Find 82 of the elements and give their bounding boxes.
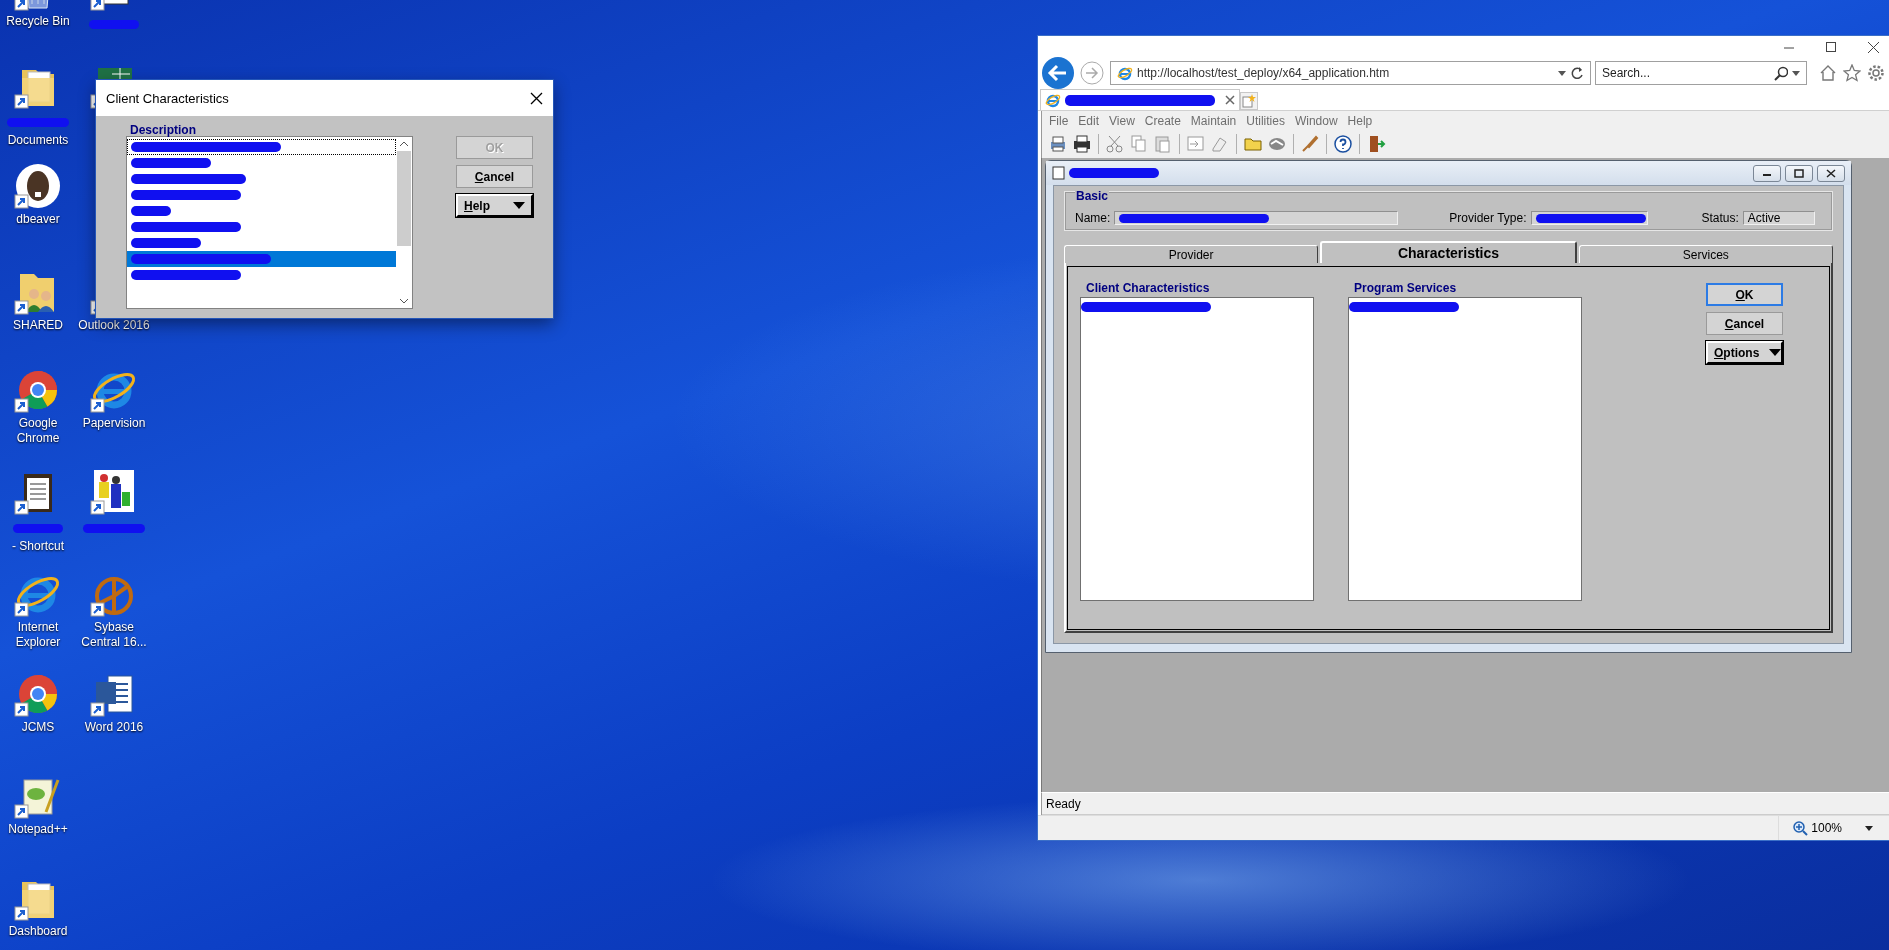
- browser-icon: [1117, 65, 1133, 81]
- icon-label[interactable]: Internet Explorer: [0, 620, 76, 650]
- address-bar[interactable]: http://localhost/test_deploy/x64_application.htm: [1110, 61, 1591, 85]
- zoom-icon: [1793, 820, 1809, 836]
- push-button[interactable]: Cancel: [1706, 312, 1783, 335]
- icon-label[interactable]: Documents: [0, 133, 76, 148]
- icon-label[interactable]: Dashboard: [0, 924, 76, 939]
- list-title: Client Characteristics: [1086, 281, 1211, 297]
- restore-button[interactable]: [1785, 164, 1813, 182]
- list-box[interactable]: [126, 136, 413, 309]
- icon-label[interactable]: Sybase Central 16...: [76, 620, 152, 650]
- icon-label[interactable]: - Shortcut: [0, 539, 76, 554]
- menu-button[interactable]: Options: [1706, 341, 1783, 364]
- icon-label[interactable]: Notepad++: [0, 822, 76, 837]
- caret-icon: [513, 202, 525, 209]
- menu-item[interactable]: File: [1044, 113, 1074, 128]
- tab[interactable]: Services: [1578, 245, 1833, 263]
- list-item[interactable]: [127, 139, 396, 155]
- icon-label[interactable]: JCMS: [0, 720, 76, 735]
- search-input[interactable]: Search...: [1602, 66, 1770, 80]
- search-icon[interactable]: [1774, 65, 1788, 81]
- zoom-button[interactable]: 100%: [1778, 816, 1873, 840]
- status-text: Ready: [1046, 797, 1081, 811]
- browser-icon: [1045, 92, 1061, 108]
- url-field[interactable]: http://localhost/test_deploy/x64_application.htm: [1137, 66, 1554, 80]
- list-box[interactable]: [1080, 297, 1314, 601]
- icon-label[interactable]: Google Chrome: [0, 416, 76, 446]
- icon-label[interactable]: Outlook 2016: [76, 318, 152, 333]
- field-label: Status:: [1701, 211, 1739, 225]
- menu-item[interactable]: Edit: [1073, 113, 1105, 128]
- browser-tab[interactable]: [1040, 89, 1240, 110]
- menu-item[interactable]: Help: [1342, 113, 1378, 128]
- close-button[interactable]: [1817, 164, 1845, 182]
- field-label: Provider Type:: [1449, 211, 1527, 225]
- tab[interactable]: Provider: [1064, 245, 1319, 263]
- menu-item[interactable]: Create: [1139, 113, 1186, 128]
- beaver-icon[interactable]: [14, 162, 62, 210]
- caret-icon: [1769, 349, 1782, 356]
- close-icon: [1824, 168, 1838, 178]
- icon-label[interactable]: dbeaver: [0, 212, 76, 227]
- page-icon: [1242, 94, 1256, 108]
- icon-label[interactable]: SHARED: [0, 318, 76, 333]
- scissors-icon[interactable]: [1105, 134, 1125, 154]
- maximize-icon[interactable]: [1826, 42, 1836, 52]
- home-icon[interactable]: [1819, 64, 1837, 82]
- close-icon[interactable]: [1868, 41, 1879, 53]
- text-field[interactable]: [1114, 211, 1399, 225]
- column-heading: Description: [130, 124, 197, 136]
- scroll-up-icon[interactable]: [399, 140, 409, 148]
- icon-label[interactable]: Word 2016: [76, 720, 152, 735]
- close-icon[interactable]: [530, 91, 543, 105]
- menu-item[interactable]: View: [1104, 113, 1140, 128]
- text-field[interactable]: [1530, 211, 1648, 225]
- refresh-icon[interactable]: [1570, 66, 1584, 80]
- icon-label[interactable]: Papervision: [76, 416, 152, 431]
- push-button[interactable]: OK: [1706, 283, 1783, 306]
- printer-icon[interactable]: [1072, 134, 1092, 154]
- group-title: Basic: [1075, 189, 1110, 203]
- minimize-button[interactable]: [1753, 164, 1781, 182]
- push-button[interactable]: Cancel: [456, 165, 533, 188]
- scroll-down-icon[interactable]: [399, 297, 409, 305]
- text-field[interactable]: Active: [1742, 211, 1815, 225]
- menu-button[interactable]: Help: [456, 194, 533, 217]
- field-label: Name:: [1075, 211, 1111, 225]
- dropdown-icon[interactable]: [1792, 70, 1800, 76]
- brush-icon[interactable]: [1300, 134, 1320, 154]
- icon-label[interactable]: Recycle Bin: [0, 14, 76, 29]
- menu-item[interactable]: Window: [1289, 113, 1343, 128]
- settings-icon[interactable]: [1867, 64, 1885, 82]
- star-icon[interactable]: [1843, 64, 1861, 82]
- list-box[interactable]: [1348, 297, 1582, 601]
- help-icon[interactable]: [1333, 134, 1353, 154]
- dropdown-icon: [1865, 825, 1873, 831]
- dialog-title: Client Characteristics: [106, 90, 229, 106]
- restore-icon: [1792, 168, 1806, 178]
- menu-item[interactable]: Maintain: [1185, 113, 1242, 128]
- dropdown-icon[interactable]: [1558, 70, 1566, 76]
- search-field[interactable]: Search...: [1595, 61, 1807, 85]
- menu-item[interactable]: Utilities: [1241, 113, 1290, 128]
- document-icon: [1052, 166, 1065, 180]
- list-title: Program Services: [1354, 281, 1458, 297]
- tab[interactable]: Characteristics: [1320, 241, 1577, 263]
